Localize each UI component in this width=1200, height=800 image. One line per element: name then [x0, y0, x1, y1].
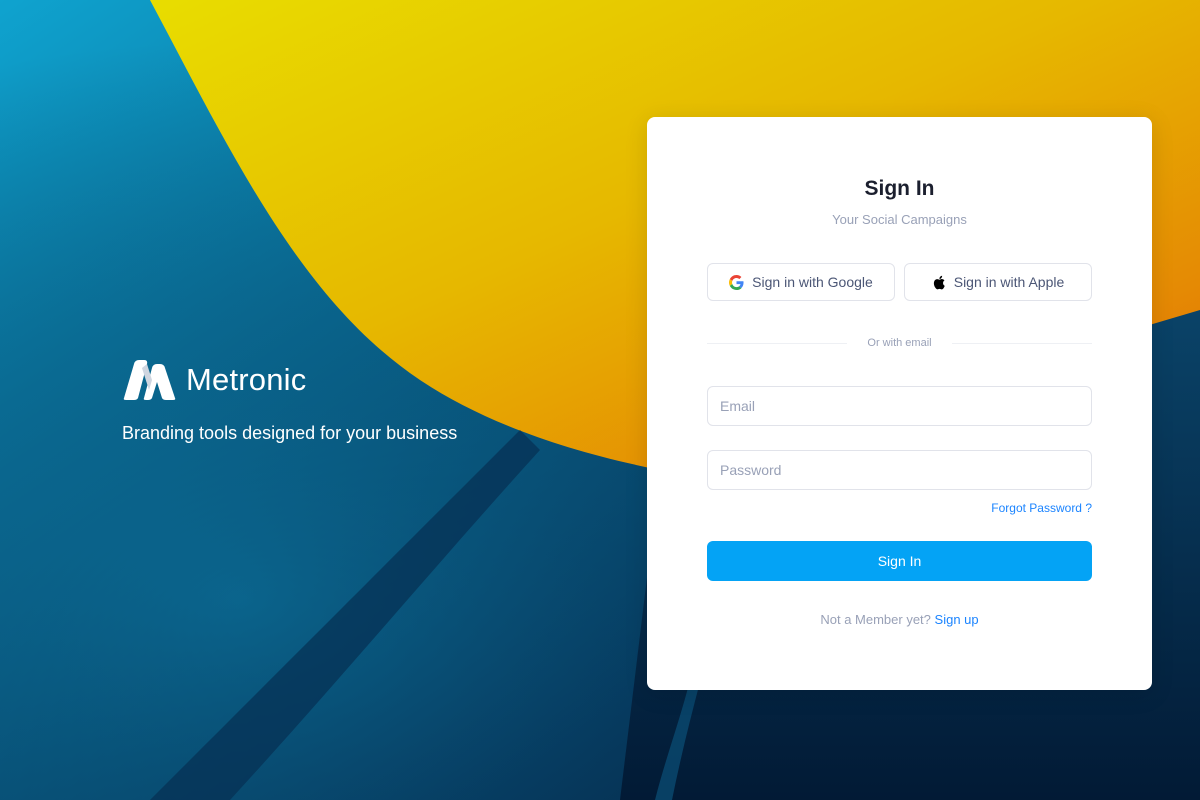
- brand-block: Metronic Branding tools designed for you…: [122, 358, 457, 444]
- divider-line-left: [707, 342, 848, 344]
- email-field[interactable]: [707, 386, 1092, 426]
- password-field[interactable]: [707, 450, 1092, 490]
- signin-submit-button[interactable]: Sign In: [707, 541, 1092, 581]
- brand-tagline: Branding tools designed for your busines…: [122, 423, 458, 443]
- apple-icon: [933, 275, 945, 289]
- google-icon: [729, 274, 744, 290]
- apple-signin-button[interactable]: Sign in with Apple: [904, 263, 1092, 301]
- email-divider: Or with email: [707, 337, 1092, 349]
- google-signin-label: Sign in with Google: [752, 274, 873, 290]
- divider-text: Or with email: [867, 337, 932, 349]
- metronic-logo-icon: [123, 360, 176, 400]
- signup-prompt-text: Not a Member yet?: [820, 612, 931, 627]
- google-signin-button[interactable]: Sign in with Google: [707, 263, 895, 301]
- signup-link[interactable]: Sign up: [935, 612, 979, 627]
- divider-line-right: [951, 342, 1092, 344]
- signin-card: Sign In Your Social Campaigns Sign in wi…: [647, 117, 1152, 690]
- forgot-password-link[interactable]: Forgot Password ?: [991, 501, 1092, 515]
- brand-row: Metronic: [122, 358, 457, 402]
- brand-name: Metronic: [186, 362, 307, 397]
- apple-signin-label: Sign in with Apple: [953, 274, 1065, 290]
- signin-subtitle: Your Social Campaigns: [832, 212, 967, 227]
- signup-prompt-line: Not a Member yet? Sign up: [647, 612, 1152, 627]
- signin-title: Sign In: [864, 177, 935, 200]
